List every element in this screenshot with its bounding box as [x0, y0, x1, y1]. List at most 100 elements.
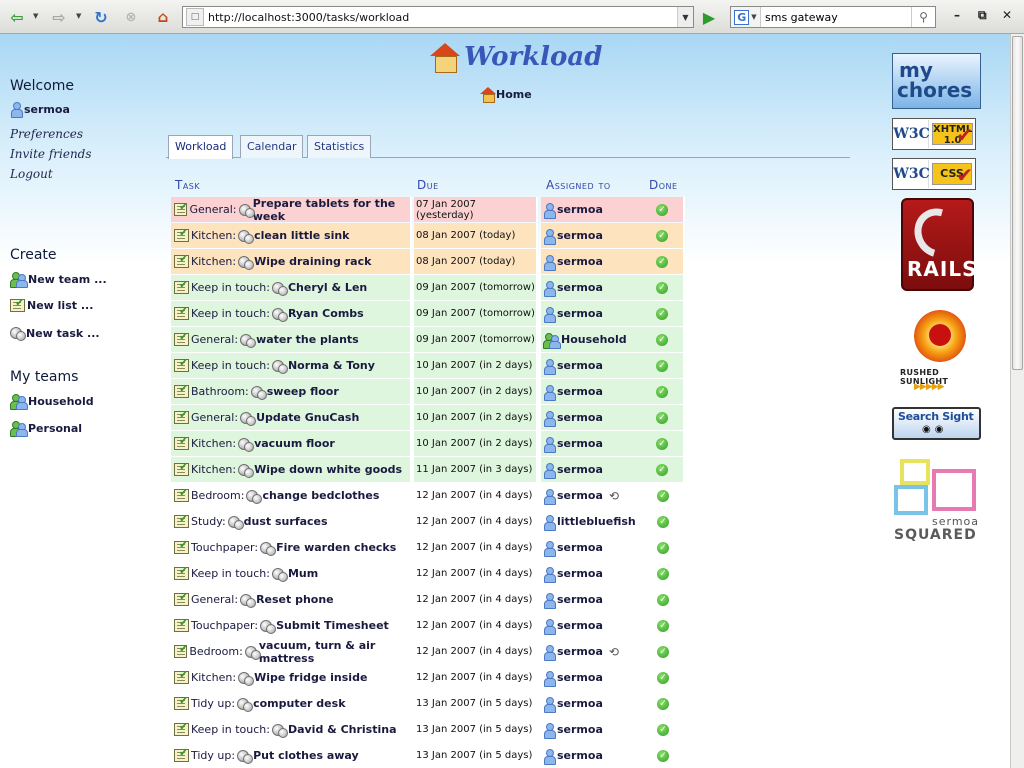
- assignee-name[interactable]: sermoa: [557, 489, 603, 502]
- list-icon[interactable]: [174, 304, 189, 320]
- done-check-icon[interactable]: ✓: [657, 671, 669, 684]
- task-category[interactable]: Keep in touch:: [191, 723, 270, 736]
- task-name[interactable]: Mum: [288, 567, 318, 580]
- done-check-icon[interactable]: ✓: [657, 697, 669, 710]
- list-icon[interactable]: [174, 694, 189, 710]
- assignee-name[interactable]: sermoa: [557, 307, 603, 320]
- task-category[interactable]: General:: [191, 411, 238, 424]
- list-icon[interactable]: [174, 720, 189, 736]
- column-header-task[interactable]: Task: [175, 178, 200, 192]
- home-link[interactable]: Home: [480, 87, 532, 103]
- preferences-link[interactable]: Preferences: [10, 127, 83, 141]
- search-sight-badge[interactable]: Search Sight ◉◉: [892, 407, 981, 440]
- search-icon[interactable]: ⚲: [911, 7, 935, 27]
- close-icon[interactable]: ✕: [1002, 8, 1012, 22]
- done-check-icon[interactable]: ✓: [657, 515, 669, 528]
- list-icon[interactable]: [174, 616, 189, 632]
- list-icon[interactable]: [174, 330, 189, 346]
- assignee-name[interactable]: littlebluefish: [557, 515, 636, 528]
- task-category[interactable]: Keep in touch:: [191, 307, 270, 320]
- task-name[interactable]: Cheryl & Len: [288, 281, 367, 294]
- column-header-done[interactable]: Done: [649, 178, 678, 192]
- address-dropdown-icon[interactable]: ▼: [677, 7, 693, 27]
- assignee-name[interactable]: sermoa: [557, 281, 603, 294]
- done-check-icon[interactable]: ✓: [657, 489, 669, 502]
- done-check-icon[interactable]: ✓: [656, 203, 668, 216]
- task-name[interactable]: Submit Timesheet: [276, 619, 389, 632]
- done-check-icon[interactable]: ✓: [657, 619, 669, 632]
- w3c-xhtml-badge[interactable]: W3C XHTML 1.0 ✔: [892, 118, 976, 150]
- assignee-name[interactable]: sermoa: [557, 749, 603, 762]
- task-category[interactable]: Keep in touch:: [191, 281, 270, 294]
- done-check-icon[interactable]: ✓: [656, 359, 668, 372]
- task-name[interactable]: water the plants: [256, 333, 359, 346]
- done-check-icon[interactable]: ✓: [657, 541, 669, 554]
- task-name[interactable]: David & Christina: [288, 723, 397, 736]
- list-icon[interactable]: [174, 590, 189, 606]
- assignee-name[interactable]: sermoa: [557, 411, 603, 424]
- task-category[interactable]: Keep in touch:: [191, 359, 270, 372]
- task-category[interactable]: Kitchen:: [191, 463, 236, 476]
- go-icon[interactable]: ▶: [698, 6, 720, 28]
- task-name[interactable]: Wipe down white goods: [254, 463, 402, 476]
- list-icon[interactable]: [174, 564, 189, 580]
- list-icon[interactable]: [174, 460, 189, 476]
- done-check-icon[interactable]: ✓: [656, 437, 668, 450]
- done-check-icon[interactable]: ✓: [656, 463, 668, 476]
- list-icon[interactable]: [174, 356, 189, 372]
- back-icon[interactable]: ⇦: [6, 6, 28, 28]
- task-name[interactable]: Reset phone: [256, 593, 334, 606]
- assignee-name[interactable]: sermoa: [557, 567, 603, 580]
- forward-dropdown-icon[interactable]: ▼: [76, 12, 81, 20]
- task-name[interactable]: Wipe draining rack: [254, 255, 371, 268]
- list-icon[interactable]: [174, 382, 189, 398]
- tab-statistics[interactable]: Statistics: [307, 135, 372, 158]
- task-name[interactable]: dust surfaces: [244, 515, 328, 528]
- list-icon[interactable]: [174, 200, 189, 216]
- list-icon[interactable]: [174, 408, 189, 424]
- done-check-icon[interactable]: ✓: [656, 307, 668, 320]
- done-check-icon[interactable]: ✓: [656, 281, 668, 294]
- minimize-icon[interactable]: –: [954, 8, 960, 22]
- task-category[interactable]: Bedroom:: [189, 645, 242, 658]
- address-bar[interactable]: □ http://localhost:3000/tasks/workload ▼: [182, 6, 694, 28]
- new-team-link[interactable]: New team ...: [10, 272, 107, 288]
- assignee-name[interactable]: sermoa: [557, 619, 603, 632]
- list-icon[interactable]: [174, 642, 189, 658]
- done-check-icon[interactable]: ✓: [656, 333, 668, 346]
- address-url[interactable]: http://localhost:3000/tasks/workload: [208, 11, 677, 24]
- column-header-due[interactable]: Due: [417, 178, 439, 192]
- task-category[interactable]: Kitchen:: [191, 255, 236, 268]
- team-link-household[interactable]: Household: [10, 394, 94, 410]
- list-icon[interactable]: [174, 486, 189, 502]
- task-name[interactable]: Update GnuCash: [256, 411, 359, 424]
- task-name[interactable]: clean little sink: [254, 229, 349, 242]
- task-category[interactable]: General:: [191, 333, 238, 346]
- page-scrollbar[interactable]: [1010, 34, 1024, 768]
- task-category[interactable]: General:: [189, 203, 236, 216]
- back-dropdown-icon[interactable]: ▼: [33, 12, 38, 20]
- rails-badge[interactable]: RAILS: [901, 198, 976, 291]
- restore-icon[interactable]: ⧉: [978, 8, 987, 23]
- invite-friends-link[interactable]: Invite friends: [10, 147, 92, 161]
- task-name[interactable]: Prepare tablets for the week: [253, 197, 410, 223]
- home-browser-icon[interactable]: ⌂: [152, 6, 174, 28]
- list-icon[interactable]: [174, 226, 189, 242]
- task-name[interactable]: Put clothes away: [253, 749, 359, 762]
- task-name[interactable]: Norma & Tony: [288, 359, 375, 372]
- list-icon[interactable]: [174, 434, 189, 450]
- search-bar[interactable]: G ▼ ⚲: [730, 6, 936, 28]
- assignee-name[interactable]: sermoa: [557, 203, 603, 216]
- search-input[interactable]: [761, 10, 911, 24]
- rushed-sunlight-badge[interactable]: RUSHED SUNLIGHT ▶▶▶▶▶: [892, 302, 986, 397]
- assignee-name[interactable]: sermoa: [557, 255, 603, 268]
- done-check-icon[interactable]: ✓: [656, 255, 668, 268]
- assignee-name[interactable]: sermoa: [557, 541, 603, 554]
- done-check-icon[interactable]: ✓: [657, 567, 669, 580]
- stop-icon[interactable]: ⊗: [120, 6, 142, 28]
- task-name[interactable]: vacuum, turn & air mattress: [259, 639, 412, 665]
- done-check-icon[interactable]: ✓: [657, 749, 669, 762]
- scrollbar-thumb[interactable]: [1012, 36, 1023, 370]
- task-category[interactable]: Study:: [191, 515, 226, 528]
- task-name[interactable]: vacuum floor: [254, 437, 335, 450]
